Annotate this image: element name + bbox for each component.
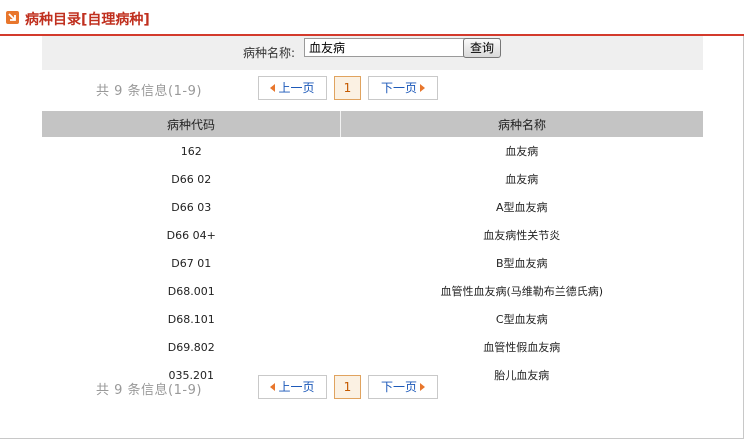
table-row: D69.802 血管性假血友病 bbox=[42, 333, 703, 361]
column-header-name: 病种名称 bbox=[340, 111, 703, 137]
search-button[interactable]: 查询 bbox=[463, 38, 501, 58]
search-bar: 病种名称: 查询 bbox=[42, 36, 703, 70]
prev-page-button[interactable]: 上一页 bbox=[258, 375, 327, 399]
cell-name: B型血友病 bbox=[495, 257, 548, 270]
cell-name: C型血友病 bbox=[495, 313, 548, 326]
column-header-code: 病种代码 bbox=[42, 111, 341, 137]
page-header: 病种目录[自理病种] bbox=[0, 0, 744, 36]
cell-name: 血管性假血友病 bbox=[483, 341, 561, 354]
pager-top: 共 9 条信息(1-9) 上一页 1 下一页 bbox=[42, 74, 703, 102]
cell-code: D67 01 bbox=[171, 256, 212, 270]
cell-code: D69.802 bbox=[167, 340, 215, 354]
cell-name: 血友病 bbox=[505, 145, 539, 158]
next-page-label: 下一页 bbox=[380, 81, 417, 95]
arrow-right-icon bbox=[420, 383, 425, 391]
cell-name: A型血友病 bbox=[495, 201, 548, 214]
page-title: 病种目录[自理病种] bbox=[25, 12, 150, 28]
arrow-right-icon bbox=[420, 84, 425, 92]
table-row: 162 血友病 bbox=[42, 137, 703, 165]
table-row: D68.001 血管性血友病(马维勒布兰德氏病) bbox=[42, 277, 703, 305]
cell-code: D68.101 bbox=[167, 312, 215, 326]
table-row: D66 02 血友病 bbox=[42, 165, 703, 193]
arrow-left-icon bbox=[270, 84, 276, 92]
search-label: 病种名称: bbox=[243, 46, 296, 60]
table-row: D66 04+ 血友病性关节炎 bbox=[42, 221, 703, 249]
arrow-down-right-icon bbox=[6, 11, 19, 24]
cell-code: D66 02 bbox=[171, 172, 212, 186]
page-number-button[interactable]: 1 bbox=[334, 375, 361, 399]
arrow-left-icon bbox=[270, 383, 276, 391]
cell-code: D66 04+ bbox=[166, 228, 216, 242]
cell-name: 血管性血友病(马维勒布兰德氏病) bbox=[440, 285, 604, 298]
cell-code: D68.001 bbox=[167, 284, 215, 298]
table-row: D67 01 B型血友病 bbox=[42, 249, 703, 277]
disease-table: 病种代码 病种名称 162 血友病 D66 02 血友病 D66 03 A型血友病 D… bbox=[42, 111, 703, 389]
cell-code: D66 03 bbox=[171, 200, 212, 214]
next-page-button[interactable]: 下一页 bbox=[368, 375, 438, 399]
prev-page-label: 上一页 bbox=[278, 380, 315, 394]
page-number-button[interactable]: 1 bbox=[334, 76, 361, 100]
pager-info: 共 9 条信息(1-9) bbox=[96, 383, 202, 398]
cell-code: 162 bbox=[180, 144, 202, 158]
cell-name: 血友病性关节炎 bbox=[483, 229, 561, 242]
pager-info: 共 9 条信息(1-9) bbox=[96, 84, 202, 99]
table-header-row: 病种代码 病种名称 bbox=[42, 111, 703, 137]
prev-page-label: 上一页 bbox=[278, 81, 315, 95]
table-row: D66 03 A型血友病 bbox=[42, 193, 703, 221]
table-row: D68.101 C型血友病 bbox=[42, 305, 703, 333]
prev-page-button[interactable]: 上一页 bbox=[258, 76, 327, 100]
next-page-label: 下一页 bbox=[380, 380, 417, 394]
pager-bottom: 共 9 条信息(1-9) 上一页 1 下一页 bbox=[42, 373, 703, 401]
next-page-button[interactable]: 下一页 bbox=[368, 76, 438, 100]
cell-name: 血友病 bbox=[505, 173, 539, 186]
